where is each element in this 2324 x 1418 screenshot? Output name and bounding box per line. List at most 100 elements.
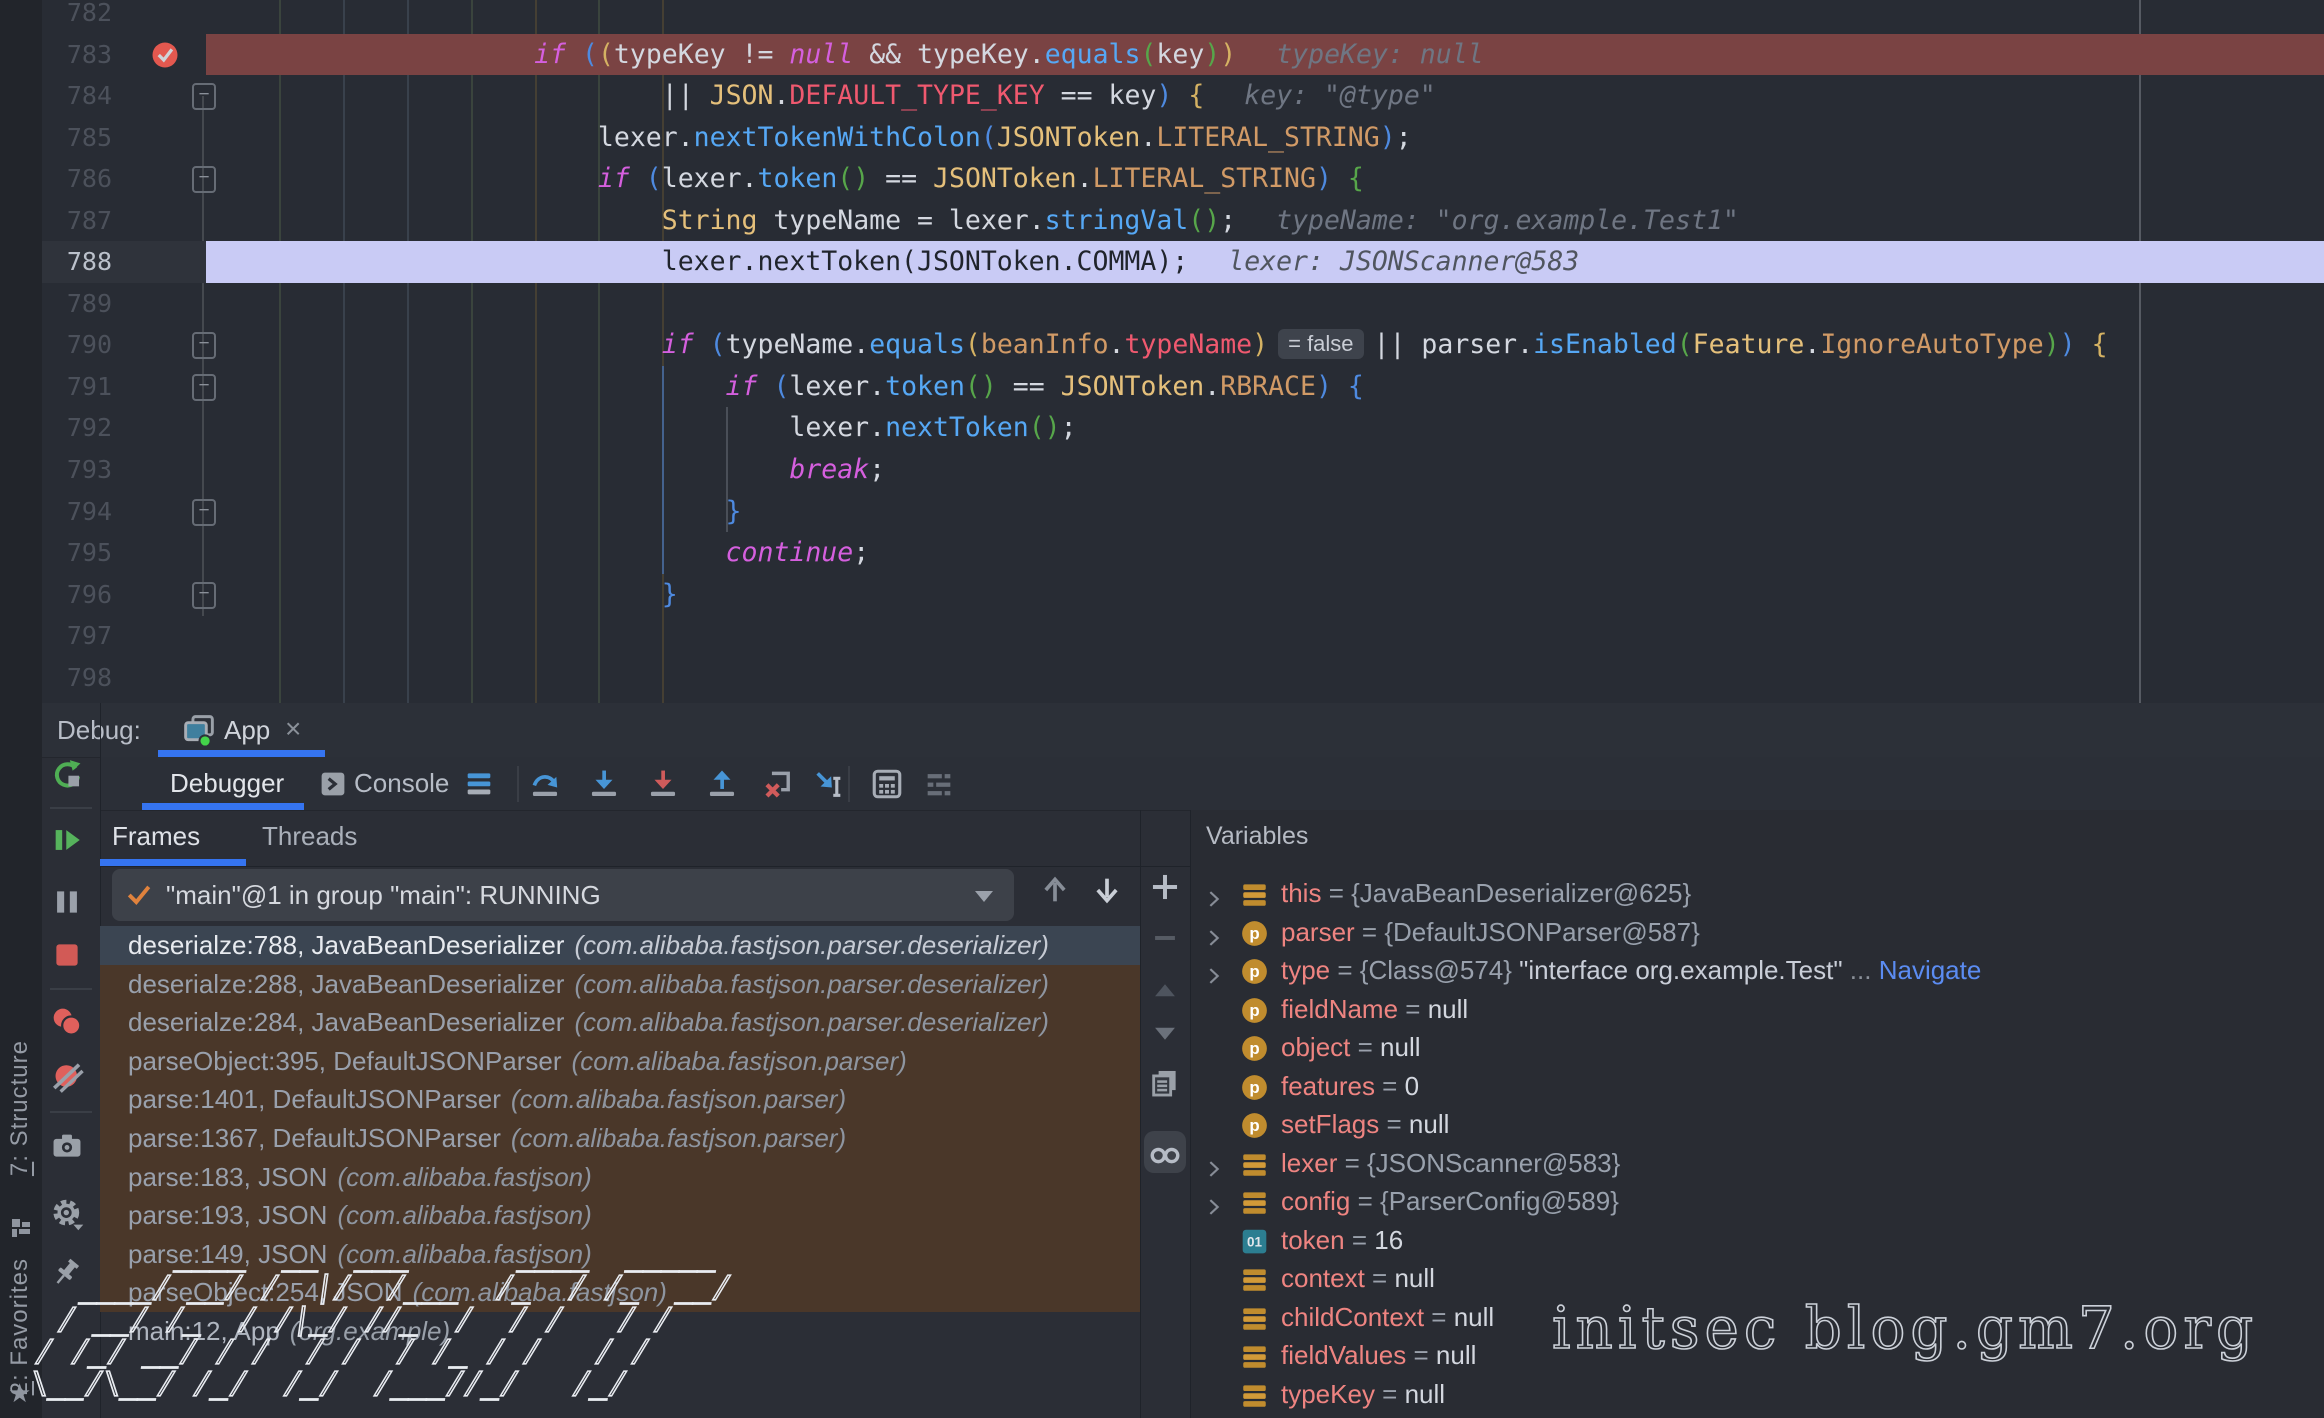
code-line[interactable]: 791 − if (lexer.token() == JSONToken.RBRA…	[42, 366, 2324, 408]
code-line[interactable]: 793 break;	[42, 449, 2324, 491]
code-line[interactable]: 792 lexer.nextToken();	[42, 407, 2324, 449]
thread-dump-icon[interactable]	[50, 1129, 84, 1163]
force-step-into-icon[interactable]	[646, 767, 680, 801]
chevron-right-icon[interactable]	[1203, 882, 1225, 904]
code-line[interactable]: 786− if (lexer.token() == JSONToken.LITE…	[42, 158, 2324, 200]
drop-frame-icon[interactable]	[762, 767, 796, 801]
code-line[interactable]: 798	[42, 657, 2324, 699]
param-icon: p	[1241, 1073, 1268, 1100]
variable-row[interactable]: 01token = 16	[1191, 1221, 2324, 1260]
code-line[interactable]: 788 lexer.nextToken(JSONToken.COMMA);lex…	[42, 241, 2324, 283]
fold-marker-down[interactable]: −	[192, 83, 216, 110]
step-over-icon[interactable]	[528, 767, 562, 801]
variable-row[interactable]: typeKey = null	[1191, 1375, 2324, 1414]
variable-row[interactable]: pobject = null	[1191, 1028, 2324, 1067]
variable-row[interactable]: context = null	[1191, 1259, 2324, 1298]
rerun-icon[interactable]	[50, 758, 84, 792]
stack-frame-row[interactable]: parse:1367, DefaultJSONParser(com.alibab…	[100, 1119, 1140, 1158]
code-text: }	[215, 491, 2324, 533]
close-icon[interactable]: ×	[285, 703, 301, 755]
debugger-inline-hint: lexer: JSONScanner@583	[1228, 246, 1579, 277]
move-down-icon[interactable]	[1148, 1015, 1182, 1049]
stack-frame-row[interactable]: deserialze:788, JavaBeanDeserializer(com…	[100, 926, 1140, 965]
run-to-cursor-icon[interactable]	[812, 767, 846, 801]
chevron-right-icon[interactable]	[1203, 1190, 1225, 1212]
fold-marker-up[interactable]: −	[192, 499, 216, 526]
duplicate-icon[interactable]	[1148, 1066, 1182, 1100]
active-tab-underline	[158, 750, 325, 757]
param-icon: p	[1241, 1034, 1268, 1061]
variable-row[interactable]: pfieldName = null	[1191, 990, 2324, 1029]
step-into-icon[interactable]	[587, 767, 621, 801]
tab-frames[interactable]: Frames	[112, 810, 200, 863]
line-number: 782	[42, 0, 112, 34]
code-line[interactable]: 783 if ((typeKey != null && typeKey.equa…	[42, 34, 2324, 76]
fold-marker-down[interactable]: −	[192, 332, 216, 359]
evaluate-expression-icon[interactable]	[870, 767, 904, 801]
variable-row[interactable]: ptype = {Class@574} "interface org.examp…	[1191, 951, 2324, 990]
stack-frame-row[interactable]: deserialze:288, JavaBeanDeserializer(com…	[100, 965, 1140, 1004]
sidebar-item-structure[interactable]: 7: Structure	[6, 1040, 34, 1176]
settings-icon[interactable]	[50, 1197, 84, 1231]
navigate-link[interactable]: Navigate	[1871, 955, 1981, 985]
variable-row[interactable]: psetFlags = null	[1191, 1105, 2324, 1144]
breakpoint-icon[interactable]	[150, 40, 180, 70]
variables-title: Variables	[1206, 810, 1308, 863]
code-line[interactable]: 789	[42, 283, 2324, 325]
next-frame-button[interactable]	[1090, 873, 1124, 907]
stop-icon[interactable]	[50, 938, 84, 972]
line-number: 789	[42, 283, 112, 325]
fold-marker-down[interactable]: −	[192, 374, 216, 401]
resume-icon[interactable]	[50, 823, 84, 857]
variable-row[interactable]: lexer = {JSONScanner@583}	[1191, 1144, 2324, 1183]
code-text: if (lexer.token() == JSONToken.RBRACE) {	[215, 366, 2324, 408]
app-run-icon	[182, 713, 216, 747]
stack-frame-row[interactable]: parse:183, JSON(com.alibaba.fastjson)	[100, 1158, 1140, 1197]
fold-marker-down[interactable]: −	[192, 166, 216, 193]
remove-watch-icon[interactable]	[1148, 921, 1182, 955]
move-up-icon[interactable]	[1148, 975, 1182, 1009]
tab-app[interactable]: App	[224, 703, 270, 757]
tab-console[interactable]: Console	[354, 757, 449, 810]
stack-frame-row[interactable]: deserialze:284, JavaBeanDeserializer(com…	[100, 1003, 1140, 1042]
view-breakpoints-icon[interactable]	[50, 1005, 84, 1039]
thread-selector[interactable]: "main"@1 in group "main": RUNNING	[112, 869, 1014, 921]
variable-row[interactable]: pparser = {DefaultJSONParser@587}	[1191, 913, 2324, 952]
pause-icon[interactable]	[50, 885, 84, 919]
debugger-inline-hint: typeKey: null	[1276, 39, 1483, 70]
layout-settings-icon[interactable]	[922, 767, 956, 801]
line-number: 791	[42, 366, 112, 408]
code-line[interactable]: 794 − }	[42, 491, 2324, 533]
show-watches-icon[interactable]	[1148, 1135, 1182, 1169]
chevron-right-icon[interactable]	[1203, 921, 1225, 943]
code-text: if ((typeKey != null && typeKey.equals(k…	[215, 34, 2324, 76]
code-line[interactable]: 797	[42, 615, 2324, 657]
code-line[interactable]: 790− if (typeName.equals(beanInfo.typeNa…	[42, 324, 2324, 366]
line-number: 794	[42, 491, 112, 533]
view-options-icon[interactable]	[462, 767, 496, 801]
variable-row[interactable]: pfeatures = 0	[1191, 1067, 2324, 1106]
chevron-right-icon[interactable]	[1203, 1152, 1225, 1174]
chevron-right-icon[interactable]	[1203, 959, 1225, 981]
stack-frame-row[interactable]: parse:193, JSON(com.alibaba.fastjson)	[100, 1196, 1140, 1235]
variable-row[interactable]: this = {JavaBeanDeserializer@625}	[1191, 874, 2324, 913]
code-line[interactable]: 787 String typeName = lexer.stringVal();…	[42, 200, 2324, 242]
code-line[interactable]: 795 continue;	[42, 532, 2324, 574]
tab-threads[interactable]: Threads	[262, 810, 357, 863]
code-line[interactable]: 784− || JSON.DEFAULT_TYPE_KEY == key) {k…	[42, 75, 2324, 117]
code-line[interactable]: 796− }	[42, 574, 2324, 616]
stack-frame-row[interactable]: parse:1401, DefaultJSONParser(com.alibab…	[100, 1080, 1140, 1119]
stack-frame-row[interactable]: parseObject:395, DefaultJSONParser(com.a…	[100, 1042, 1140, 1081]
step-out-icon[interactable]	[705, 767, 739, 801]
add-watch-icon[interactable]	[1148, 870, 1182, 904]
code-line[interactable]: 782	[42, 0, 2324, 34]
field-icon	[1241, 1188, 1268, 1215]
code-editor[interactable]: 782783 if ((typeKey != null && typeKey.e…	[42, 0, 2324, 705]
fold-marker-up[interactable]: −	[192, 582, 216, 609]
code-line[interactable]: 785 lexer.nextTokenWithColon(JSONToken.L…	[42, 117, 2324, 159]
previous-frame-button[interactable]	[1038, 873, 1072, 907]
variable-row[interactable]: config = {ParserConfig@589}	[1191, 1182, 2324, 1221]
line-number: 788	[42, 241, 112, 283]
mute-breakpoints-icon[interactable]	[50, 1059, 84, 1093]
line-number: 785	[42, 117, 112, 159]
